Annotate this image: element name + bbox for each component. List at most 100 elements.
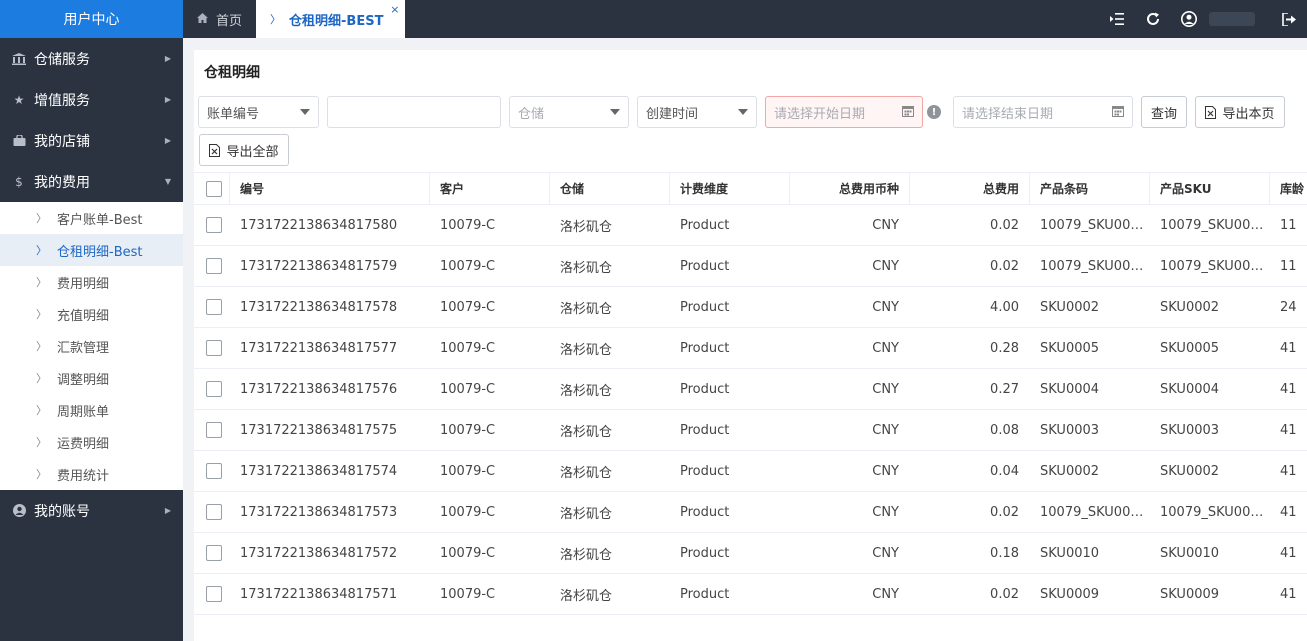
- cell-age: 41: [1280, 463, 1297, 479]
- bill-number-input[interactable]: [327, 96, 501, 128]
- row-select-cell: [194, 205, 230, 245]
- export-page-label: 导出本页: [1222, 106, 1275, 122]
- table-row[interactable]: 1731722138634817579 10079-C 洛杉矶仓 Product CNY…: [194, 246, 1307, 287]
- submenu-item-fee-detail[interactable]: 〉费用明细: [0, 266, 183, 298]
- sidebar-item-value-added[interactable]: ★ 增值服务 ▶: [0, 79, 183, 120]
- table-row[interactable]: 1731722138634817572 10079-C 洛杉矶仓 Product CNY…: [194, 533, 1307, 574]
- cell-currency: CNY: [872, 422, 899, 438]
- bill-type-select[interactable]: 账单编号: [198, 96, 319, 128]
- time-type-select[interactable]: 创建时间: [637, 96, 757, 128]
- cell-dimension: Product: [680, 217, 730, 233]
- table-row[interactable]: 1731722138634817571 10079-C 洛杉矶仓 Product CNY…: [194, 574, 1307, 615]
- export-file-icon: [209, 143, 221, 157]
- cell-currency: CNY: [872, 299, 899, 315]
- tab-active-label: 仓租明细-BEST: [289, 13, 384, 29]
- cell-barcode: SKU0002: [1040, 463, 1100, 479]
- table-row[interactable]: 1731722138634817573 10079-C 洛杉矶仓 Product CNY…: [194, 492, 1307, 533]
- cell-barcode: SKU0009: [1040, 586, 1100, 602]
- row-checkbox[interactable]: [205, 340, 222, 356]
- table-row[interactable]: 1731722138634817574 10079-C 洛杉矶仓 Product CNY…: [194, 451, 1307, 492]
- row-checkbox[interactable]: [205, 545, 222, 561]
- header-dimension[interactable]: 计费维度: [670, 173, 790, 204]
- cell-total: 0.02: [990, 217, 1019, 233]
- submenu-item-customer-bill[interactable]: 〉客户账单-Best: [0, 202, 183, 234]
- cell-warehouse: 洛杉矶仓: [560, 219, 613, 235]
- table-row[interactable]: 1731722138634817577 10079-C 洛杉矶仓 Product CNY…: [194, 328, 1307, 369]
- cell-customer: 10079-C: [440, 299, 496, 315]
- username-redacted: [1209, 12, 1255, 26]
- cell-id: 1731722138634817579: [240, 258, 398, 274]
- header-total[interactable]: 总费用: [910, 173, 1030, 204]
- cell-currency: CNY: [872, 217, 899, 233]
- cell-customer: 10079-C: [440, 545, 496, 561]
- export-page-button[interactable]: 导出本页: [1195, 96, 1285, 128]
- row-checkbox[interactable]: [205, 299, 222, 315]
- sidebar-item-fees[interactable]: $ 我的费用 ▼: [0, 161, 183, 202]
- submenu-item-freight[interactable]: 〉运费明细: [0, 426, 183, 458]
- header-warehouse[interactable]: 仓储: [550, 173, 670, 204]
- row-checkbox[interactable]: [205, 586, 222, 602]
- query-button-label: 查询: [1150, 106, 1177, 122]
- header-age[interactable]: 库龄: [1270, 173, 1307, 204]
- shop-icon: [12, 135, 26, 146]
- submenu-item-remittance[interactable]: 〉汇款管理: [0, 330, 183, 362]
- sidebar-item-account[interactable]: 我的账号 ▶: [0, 490, 183, 531]
- tab-home[interactable]: 首页: [183, 0, 256, 38]
- query-button[interactable]: 查询: [1141, 96, 1187, 128]
- cell-total: 0.02: [990, 586, 1019, 602]
- export-all-button[interactable]: 导出全部: [199, 134, 289, 166]
- row-select-cell: [194, 410, 230, 450]
- row-checkbox[interactable]: [205, 504, 222, 520]
- submenu-item-statistics[interactable]: 〉费用统计: [0, 458, 183, 490]
- submenu-item-label: 运费明细: [57, 436, 110, 452]
- start-date-picker[interactable]: 请选择开始日期: [765, 96, 923, 128]
- table-row[interactable]: 1731722138634817580 10079-C 洛杉矶仓 Product CNY…: [194, 205, 1307, 246]
- table-row[interactable]: 1731722138634817578 10079-C 洛杉矶仓 Product CNY…: [194, 287, 1307, 328]
- cell-customer: 10079-C: [440, 217, 496, 233]
- sidebar-item-shop[interactable]: 我的店铺 ▶: [0, 120, 183, 161]
- header-sku[interactable]: 产品SKU: [1150, 173, 1270, 204]
- top-right-tools: [1099, 0, 1307, 38]
- submenu-item-periodic-bill[interactable]: 〉周期账单: [0, 394, 183, 426]
- submenu-item-adjustment[interactable]: 〉调整明细: [0, 362, 183, 394]
- table-row[interactable]: 1731722138634817576 10079-C 洛杉矶仓 Product CNY…: [194, 369, 1307, 410]
- select-all-cell: [194, 173, 230, 204]
- row-checkbox[interactable]: [205, 217, 222, 233]
- submenu-item-storage-detail[interactable]: 〉仓租明细-Best: [0, 234, 183, 266]
- chevron-right-icon: 〉: [36, 340, 47, 353]
- refresh-icon[interactable]: [1135, 12, 1171, 26]
- cell-total: 4.00: [990, 299, 1019, 315]
- table-row[interactable]: 1731722138634817575 10079-C 洛杉矶仓 Product CNY…: [194, 410, 1307, 451]
- cell-currency: CNY: [872, 545, 899, 561]
- row-checkbox[interactable]: [205, 381, 222, 397]
- cell-age: 41: [1280, 340, 1297, 356]
- indent-icon[interactable]: [1099, 13, 1135, 25]
- warehouse-select[interactable]: 仓储: [509, 96, 629, 128]
- sidebar-item-warehouse[interactable]: 仓储服务 ▶: [0, 38, 183, 79]
- chevron-down-icon: [738, 109, 748, 115]
- page-title: 仓租明细: [204, 65, 260, 81]
- sidebar: 用户中心 仓储服务 ▶ ★ 增值服务 ▶ 我的店铺 ▶ $ 我的费用 ▼ 〉客户…: [0, 0, 183, 641]
- header-id[interactable]: 编号: [230, 173, 430, 204]
- header-currency[interactable]: 总费用币种: [790, 173, 910, 204]
- bank-icon: [12, 52, 26, 65]
- cell-dimension: Product: [680, 340, 730, 356]
- end-date-picker[interactable]: 请选择结束日期: [953, 96, 1133, 128]
- cell-sku: SKU0010: [1160, 545, 1220, 561]
- time-type-value: 创建时间: [646, 106, 699, 122]
- row-checkbox[interactable]: [205, 422, 222, 438]
- row-checkbox[interactable]: [205, 463, 222, 479]
- cell-warehouse: 洛杉矶仓: [560, 342, 613, 358]
- header-customer[interactable]: 客户: [430, 173, 550, 204]
- close-icon[interactable]: ×: [390, 3, 399, 16]
- submenu-item-recharge[interactable]: 〉充值明细: [0, 298, 183, 330]
- user-avatar-icon[interactable]: [1171, 11, 1207, 27]
- cell-sku: SKU0009: [1160, 586, 1220, 602]
- cell-dimension: Product: [680, 258, 730, 274]
- select-all-checkbox[interactable]: [205, 180, 222, 197]
- logout-icon[interactable]: [1271, 12, 1307, 26]
- submenu-item-label: 充值明细: [57, 308, 110, 324]
- row-checkbox[interactable]: [205, 258, 222, 274]
- tab-storage-detail[interactable]: 〉 仓租明细-BEST ×: [256, 0, 406, 38]
- header-barcode[interactable]: 产品条码: [1030, 173, 1150, 204]
